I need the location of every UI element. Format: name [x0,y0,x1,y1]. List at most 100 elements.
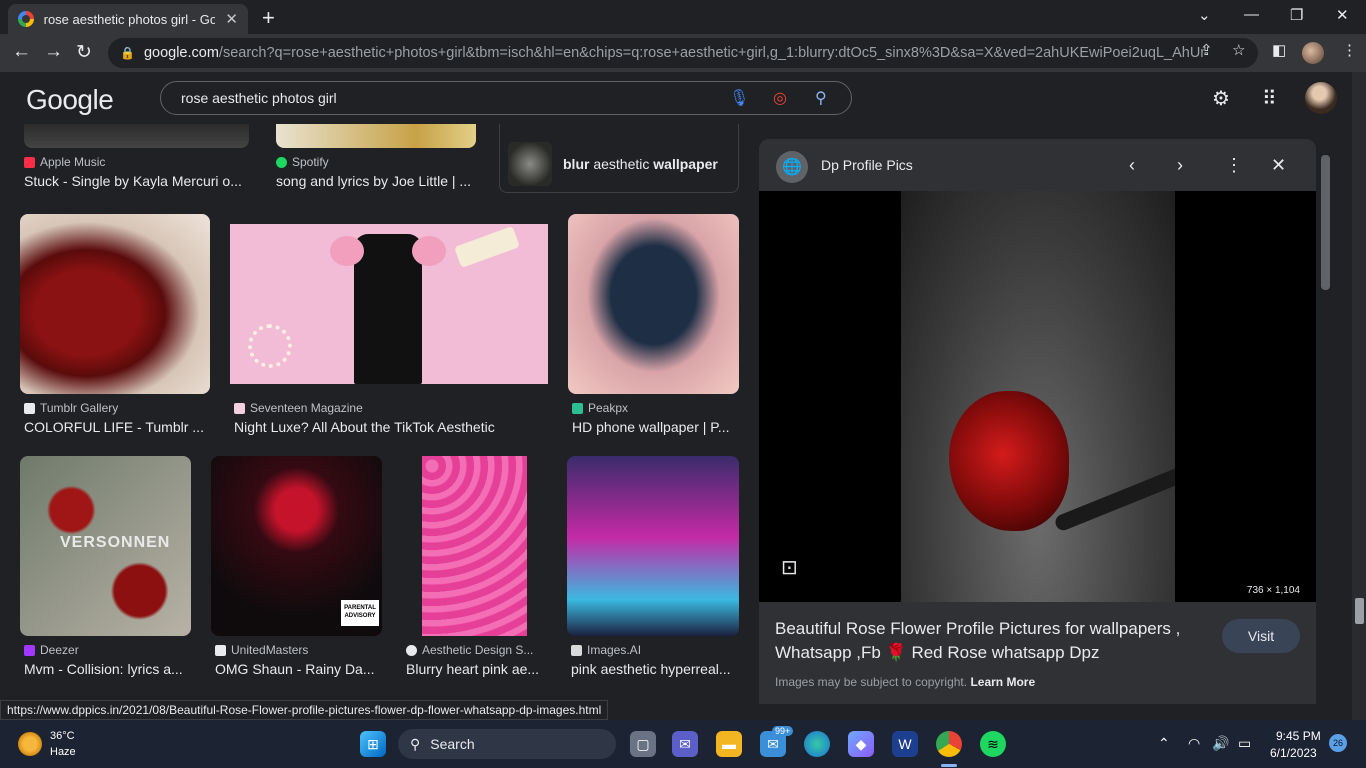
apple-music-icon [24,156,35,168]
result-caption[interactable]: song and lyrics by Joe Little | ... [276,173,476,189]
result-caption[interactable]: pink aesthetic hyperreal... [571,661,736,677]
panel-scrollbar-thumb[interactable] [1321,155,1330,290]
result-caption[interactable]: COLORFUL LIFE - Tumblr ... [24,419,210,435]
result-caption[interactable]: Night Luxe? All About the TikTok Aesthet… [234,419,548,435]
related-search-card[interactable]: blur aesthetic wallpaper [499,124,739,193]
learn-more-link[interactable]: Learn More [970,675,1035,689]
next-image-icon[interactable]: › [1177,155,1183,176]
result-image-apple-music[interactable] [24,124,249,148]
google-logo[interactable]: Google [26,84,114,116]
forward-arrow-icon[interactable]: → [44,41,63,63]
bookmark-star-icon[interactable]: ☆ [1232,41,1245,59]
apps-grid-icon[interactable]: ⠿ [1262,86,1277,111]
side-panel-icon[interactable]: ◧ [1272,41,1286,59]
result-image-images-ai[interactable] [567,456,739,636]
previous-image-icon[interactable]: ‹ [1129,155,1135,176]
close-window-icon[interactable]: ✕ [1336,6,1349,24]
tab-search-chevron-icon[interactable]: ⌄ [1198,6,1211,24]
visit-button[interactable]: Visit [1222,619,1300,653]
tab-google-images[interactable]: rose aesthetic photos girl - Google ✕ [8,4,248,34]
result-image-aesthetic-design[interactable] [422,456,527,636]
pearl-ring-illustration [248,324,292,368]
google-lens-icon[interactable]: ◎ [773,88,787,108]
result-image-deezer[interactable]: VERSONNEN [20,456,191,636]
chrome-icon[interactable] [936,731,962,757]
black-dress-illustration [354,234,422,384]
result-caption[interactable]: HD phone wallpaper | P... [572,419,739,435]
spotify-app-icon[interactable]: ≋ [980,731,1006,757]
show-hidden-icons-chevron-icon[interactable]: ⌃ [1158,735,1170,752]
edge-browser-icon[interactable] [804,731,830,757]
result-image-unitedmasters[interactable]: PARENTAL ADVISORY [211,456,382,636]
clock-date[interactable]: 6/1/2023 [1270,746,1317,760]
result-caption[interactable]: OMG Shaun - Rainy Da... [215,661,380,677]
start-windows-icon[interactable]: ⊞ [360,731,386,757]
result-source[interactable]: Spotify [276,155,329,169]
back-arrow-icon[interactable]: ← [12,41,31,63]
result-source[interactable]: Deezer [24,643,79,657]
result-image-peakpx[interactable] [568,214,739,394]
result-source[interactable]: Seventeen Magazine [234,401,363,415]
result-caption[interactable]: Stuck - Single by Kayla Mercuri o... [24,173,252,189]
panel-site-name[interactable]: Dp Profile Pics [821,157,913,173]
result-source[interactable]: UnitedMasters [215,643,308,657]
related-search-text[interactable]: blur aesthetic wallpaper [563,156,718,172]
weather-condition[interactable]: Haze [50,746,76,758]
page-scrollbar-thumb[interactable] [1355,598,1364,624]
minimize-icon[interactable]: — [1244,6,1259,23]
unitedmasters-icon [215,644,226,656]
panel-image-title[interactable]: Beautiful Rose Flower Profile Pictures f… [775,617,1215,665]
pink-sleeve [412,236,446,266]
task-view-icon[interactable]: ▢ [630,731,656,757]
result-source[interactable]: Aesthetic Design S... [406,643,533,657]
copilot-icon[interactable]: ◆ [848,731,874,757]
app-w-icon[interactable]: W [892,731,918,757]
search-icon[interactable]: ⚲ [815,88,827,108]
lens-search-icon[interactable]: ⊡ [781,555,798,580]
result-image-spotify[interactable] [276,124,476,148]
restore-icon[interactable]: ❐ [1290,6,1303,24]
result-caption[interactable]: Mvm - Collision: lyrics a... [24,661,189,677]
microphone-icon[interactable]: 🎙 [729,88,749,108]
notification-badge[interactable]: 26 [1329,734,1347,752]
panel-scrollbar[interactable] [1318,139,1332,704]
weather-sun-icon[interactable] [18,732,42,756]
reload-icon[interactable]: ↻ [76,41,92,64]
file-explorer-icon[interactable]: ▬ [716,731,742,757]
globe-icon: 🌐 [776,151,808,183]
wifi-icon[interactable]: ◠ [1188,735,1200,752]
result-caption[interactable]: Blurry heart pink ae... [406,661,546,677]
tab-close-icon[interactable]: ✕ [225,10,238,28]
weather-temp[interactable]: 36°C [50,730,75,742]
menu-kebab-icon[interactable]: ⋮ [1342,41,1357,59]
result-source[interactable]: Apple Music [24,155,105,169]
peakpx-icon [572,402,583,414]
images-ai-icon [571,644,582,656]
new-tab-button[interactable]: + [262,5,275,31]
page-scrollbar[interactable] [1352,72,1366,720]
battery-icon[interactable]: ▭ [1238,735,1251,752]
browser-toolbar: ← → ↻ 🔒 google.com/search?q=rose+aesthet… [0,34,1366,72]
volume-icon[interactable]: 🔊 [1212,735,1229,752]
result-source[interactable]: Images.AI [571,643,641,657]
result-image-seventeen[interactable] [230,224,548,384]
result-source[interactable]: Peakpx [572,401,628,415]
search-box[interactable]: rose aesthetic photos girl 🎙 ◎ ⚲ [160,81,852,115]
windows-taskbar: 36°C Haze ⊞ ⚲ Search ▢ ✉ ▬ ✉ 99+ ◆ W ≋ ⌃… [0,720,1366,768]
share-icon[interactable]: ⇪ [1200,41,1213,59]
lock-icon[interactable]: 🔒 [120,46,135,60]
result-image-tumblr[interactable] [20,214,210,394]
close-panel-icon[interactable]: ✕ [1271,155,1286,176]
address-bar[interactable]: 🔒 google.com/search?q=rose+aesthetic+pho… [108,38,1258,68]
teams-chat-icon[interactable]: ✉ [672,731,698,757]
account-avatar[interactable] [1305,82,1337,114]
browser-profile-avatar[interactable] [1302,42,1324,64]
taskbar-search[interactable]: ⚲ Search [398,729,616,759]
result-source[interactable]: Tumblr Gallery [24,401,118,415]
seventeen-icon [234,402,245,414]
rose-preview-image[interactable] [901,191,1175,602]
more-options-icon[interactable]: ⋮ [1225,155,1243,176]
clock-time[interactable]: 9:45 PM [1276,729,1321,743]
search-query[interactable]: rose aesthetic photos girl [181,90,337,106]
settings-gear-icon[interactable]: ⚙ [1212,86,1230,111]
